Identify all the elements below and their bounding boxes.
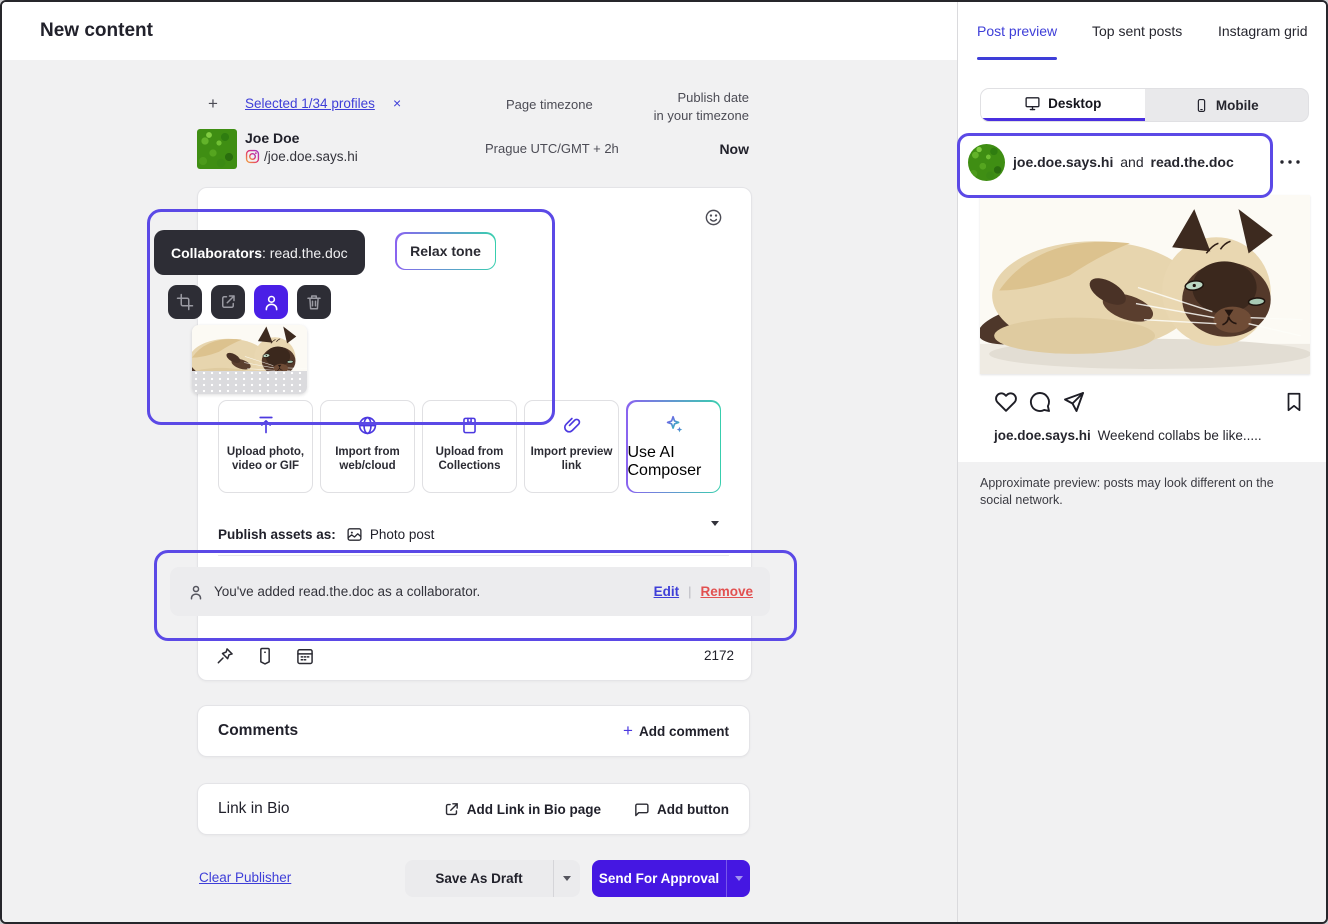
- add-button-button[interactable]: Add button: [633, 801, 729, 818]
- toggle-mobile[interactable]: Mobile: [1145, 89, 1309, 121]
- ig-header-names: joe.doe.says.hi and read.the.doc: [1013, 154, 1234, 170]
- tab-instagram-grid[interactable]: Instagram grid: [1218, 23, 1307, 39]
- collections-icon: [460, 414, 479, 436]
- trash-icon: [305, 293, 323, 311]
- link-in-bio-card: Link in Bio Add Link in Bio page Add but…: [197, 783, 750, 835]
- bookmark-icon[interactable]: [1283, 390, 1305, 414]
- photo-post-icon: [346, 526, 363, 543]
- banner-divider: |: [688, 584, 691, 599]
- edit-collaborator-link[interactable]: Edit: [654, 584, 680, 599]
- ig-avatar: [968, 144, 1005, 181]
- import-web-button[interactable]: Import from web/cloud: [320, 400, 415, 493]
- publish-date-value[interactable]: Now: [652, 141, 749, 157]
- cat-photo: [980, 195, 1310, 374]
- ig-post-image: [980, 195, 1310, 374]
- ig-username[interactable]: joe.doe.says.hi: [1013, 154, 1113, 170]
- like-icon[interactable]: [994, 390, 1018, 414]
- globe-icon: [357, 414, 378, 436]
- profile-handle-row: /joe.doe.says.hi: [245, 149, 358, 164]
- crop-icon: [176, 293, 194, 311]
- link-in-bio-title: Link in Bio: [218, 800, 290, 818]
- ai-composer-button[interactable]: Use AI Composer: [626, 400, 721, 493]
- publish-assets-label: Publish assets as:: [218, 527, 336, 542]
- collaborator-message: You've added read.the.doc as a collabora…: [214, 584, 480, 599]
- chevron-down-icon[interactable]: [711, 526, 719, 544]
- tab-post-preview[interactable]: Post preview: [977, 23, 1057, 39]
- open-external-button[interactable]: [211, 285, 245, 319]
- collaborator-banner: You've added read.the.doc as a collabora…: [170, 567, 770, 616]
- ig-collaborator[interactable]: read.the.doc: [1151, 154, 1234, 170]
- tab-top-sent-posts[interactable]: Top sent posts: [1092, 23, 1182, 39]
- send-approval-dropdown[interactable]: [726, 860, 750, 897]
- sparkles-icon: [663, 414, 685, 436]
- send-for-approval-button[interactable]: Send For Approval: [592, 860, 750, 897]
- ig-more-menu-icon[interactable]: [1279, 159, 1301, 165]
- comment-icon[interactable]: [1028, 390, 1052, 414]
- cat-photo-thumbnail: [192, 325, 307, 371]
- ig-caption: joe.doe.says.hi Weekend collabs be like.…: [994, 428, 1262, 443]
- delete-media-button[interactable]: [297, 285, 331, 319]
- collaborators-tooltip: Collaborators : read.the.doc: [154, 230, 365, 275]
- emoji-picker-icon[interactable]: [704, 208, 723, 227]
- import-preview-link-button[interactable]: Import preview link: [524, 400, 619, 493]
- tone-pill[interactable]: Relax tone: [395, 232, 496, 270]
- clear-publisher-link[interactable]: Clear Publisher: [199, 870, 291, 885]
- monitor-icon: [1024, 95, 1041, 112]
- save-as-draft-button[interactable]: Save As Draft: [405, 860, 580, 897]
- link-icon: [562, 414, 582, 436]
- ig-conjunction: and: [1120, 154, 1143, 170]
- plus-icon: +: [623, 721, 633, 741]
- page-timezone-label: Page timezone: [506, 97, 593, 112]
- person-icon: [187, 583, 205, 601]
- chat-bubble-icon: [633, 801, 650, 818]
- external-link-icon: [443, 801, 460, 818]
- upload-collections-button[interactable]: Upload from Collections: [422, 400, 517, 493]
- upload-icon: [256, 414, 276, 436]
- pin-icon[interactable]: [215, 646, 235, 666]
- upload-media-button[interactable]: Upload photo, video or GIF: [218, 400, 313, 493]
- timezone-value: Prague UTC/GMT + 2h: [485, 141, 619, 156]
- thumbnail-drag-strip[interactable]: [192, 371, 307, 394]
- open-external-icon: [219, 293, 237, 311]
- save-draft-dropdown[interactable]: [553, 860, 580, 897]
- selected-profiles-link[interactable]: Selected 1/34 profiles: [245, 96, 375, 111]
- preview-panel-bottom: [958, 462, 1328, 924]
- device-toggle: Desktop Mobile: [980, 88, 1309, 122]
- app-window: New content + Selected 1/34 profiles × P…: [0, 0, 1328, 924]
- publish-date-label: Publish date in your timezone: [602, 89, 749, 125]
- add-profile-button[interactable]: +: [208, 94, 218, 114]
- profile-avatar: [197, 129, 237, 169]
- media-thumbnail[interactable]: [192, 325, 307, 394]
- tag-icon[interactable]: [255, 646, 275, 666]
- collaborator-person-icon: [262, 293, 281, 312]
- share-icon[interactable]: [1062, 390, 1086, 414]
- add-comment-button[interactable]: + Add comment: [623, 721, 729, 741]
- preview-disclaimer: Approximate preview: posts may look diff…: [980, 475, 1282, 509]
- page-title: New content: [40, 20, 153, 42]
- page-header: New content: [2, 2, 958, 61]
- phone-icon: [1194, 98, 1209, 113]
- crop-button[interactable]: [168, 285, 202, 319]
- toggle-desktop[interactable]: Desktop: [981, 89, 1145, 121]
- comments-title: Comments: [218, 722, 298, 740]
- instagram-icon: [245, 149, 260, 164]
- panel-divider: [957, 2, 958, 924]
- collaborator-button[interactable]: [254, 285, 288, 319]
- clear-profiles-icon[interactable]: ×: [393, 95, 401, 111]
- comments-card: Comments + Add comment: [197, 705, 750, 757]
- character-count: 2172: [682, 648, 734, 663]
- publish-assets-value: Photo post: [370, 527, 435, 542]
- calendar-icon[interactable]: [295, 646, 315, 666]
- publish-assets-row[interactable]: Publish assets as: Photo post: [218, 514, 729, 556]
- profile-handle: /joe.doe.says.hi: [264, 149, 358, 164]
- remove-collaborator-link[interactable]: Remove: [700, 584, 753, 599]
- add-link-in-bio-button[interactable]: Add Link in Bio page: [443, 801, 601, 818]
- active-tab-underline: [977, 57, 1057, 60]
- profile-name: Joe Doe: [245, 130, 299, 146]
